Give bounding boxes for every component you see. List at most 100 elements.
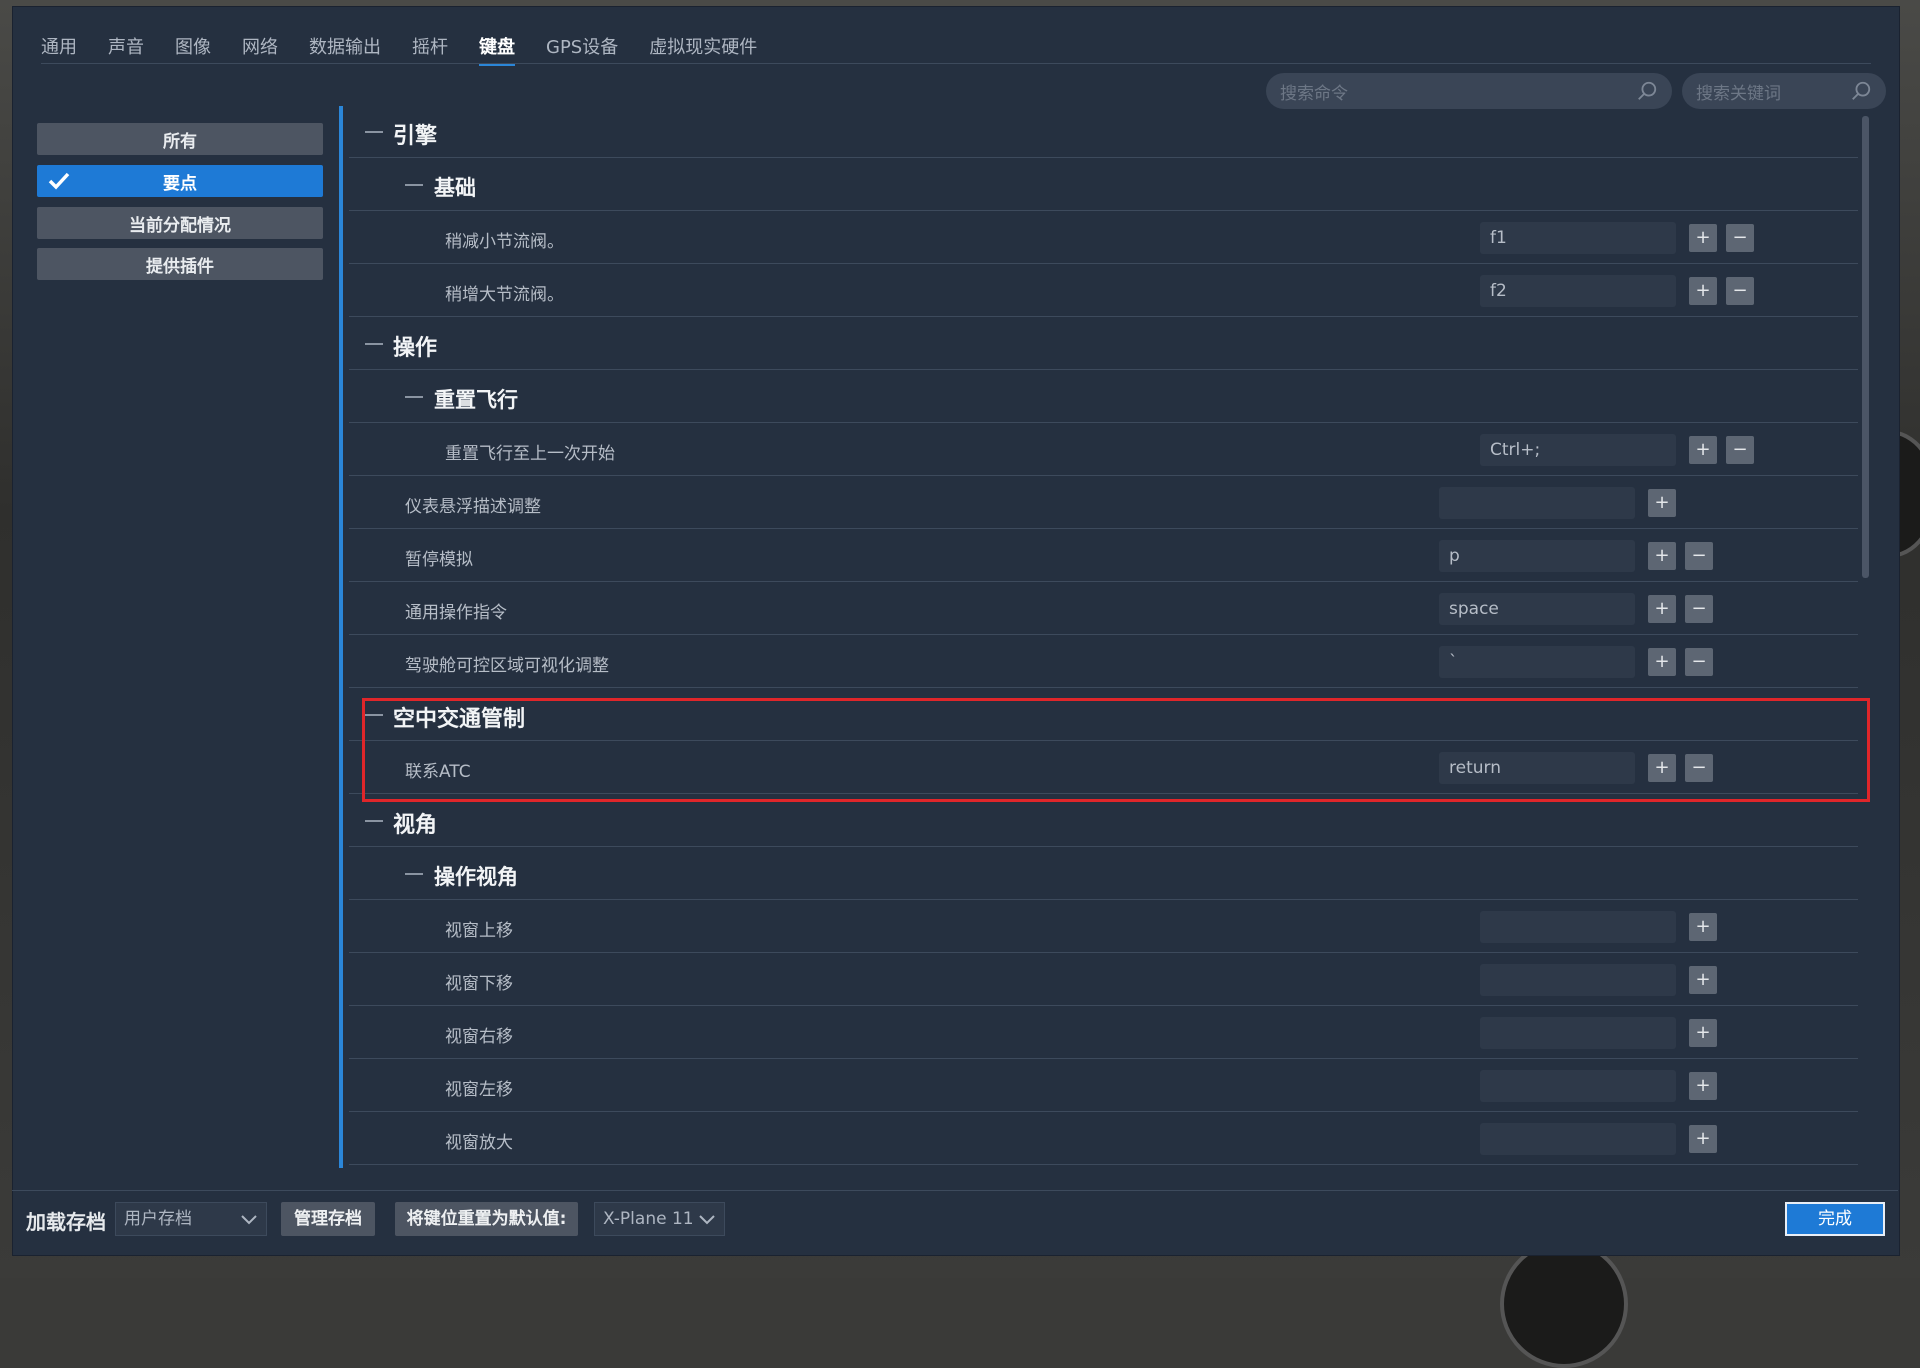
group-title: 操作 — [393, 336, 438, 361]
filter-essentials-button[interactable]: 要点 — [37, 165, 323, 197]
remove-binding-button[interactable]: − — [1685, 542, 1713, 570]
filter-current-button[interactable]: 当前分配情况 — [37, 207, 323, 239]
manage-profiles-button[interactable]: 管理存档 — [281, 1202, 375, 1236]
atc-highlight-box — [362, 698, 1870, 802]
command-row: 视窗下移 + — [349, 954, 1858, 1006]
keyword-search-input[interactable]: 搜索关键词 — [1682, 73, 1886, 109]
command-row: 视窗左移 + — [349, 1060, 1858, 1112]
key-binding-field[interactable] — [1480, 1123, 1676, 1155]
list-accent-bar — [339, 106, 343, 1168]
add-binding-button[interactable]: + — [1689, 1019, 1717, 1047]
add-binding-button[interactable]: + — [1689, 224, 1717, 252]
tab-sound[interactable]: 声音 — [108, 31, 144, 63]
preset-dropdown[interactable]: X-Plane 11 — [594, 1202, 725, 1236]
key-binding-field[interactable]: ` — [1439, 646, 1635, 678]
cockpit-gauge — [1500, 1240, 1628, 1368]
add-binding-button[interactable]: + — [1689, 277, 1717, 305]
add-binding-button[interactable]: + — [1689, 913, 1717, 941]
done-button[interactable]: 完成 — [1785, 1202, 1885, 1236]
tab-data-output[interactable]: 数据输出 — [309, 31, 381, 63]
remove-binding-button[interactable]: − — [1726, 224, 1754, 252]
group-header-operate-view[interactable]: 操作视角 — [349, 848, 1858, 900]
collapse-icon[interactable] — [365, 820, 383, 822]
command-row: 稍增大节流阀。 f2 + − — [349, 265, 1858, 317]
key-binding-field[interactable]: f2 — [1480, 275, 1676, 307]
group-title: 操作视角 — [434, 865, 518, 889]
add-binding-button[interactable]: + — [1648, 542, 1676, 570]
profile-dropdown[interactable]: 用户存档 — [115, 1202, 267, 1236]
tab-network[interactable]: 网络 — [242, 31, 278, 63]
list-scrollbar[interactable] — [1862, 116, 1869, 578]
preset-dropdown-value: X-Plane 11 — [603, 1209, 694, 1229]
add-binding-button[interactable]: + — [1648, 648, 1676, 676]
command-row: 视窗右移 + — [349, 1007, 1858, 1059]
add-binding-button[interactable]: + — [1689, 966, 1717, 994]
add-binding-button[interactable]: + — [1648, 489, 1676, 517]
command-row: 驾驶舱可控区域可视化调整 ` + − — [349, 636, 1858, 688]
tab-divider — [41, 63, 1871, 64]
command-row: 仪表悬浮描述调整 + — [349, 477, 1858, 529]
search-icon — [1852, 81, 1871, 100]
collapse-icon[interactable] — [365, 343, 383, 345]
group-title: 基础 — [434, 176, 476, 200]
filter-plugins-button[interactable]: 提供插件 — [37, 248, 323, 280]
tab-gps[interactable]: GPS设备 — [546, 31, 618, 63]
command-label: 通用操作指令 — [405, 603, 507, 623]
filter-essentials-label: 要点 — [163, 173, 197, 194]
tab-general[interactable]: 通用 — [41, 31, 77, 63]
reset-default-button[interactable]: 将键位重置为默认值: — [395, 1202, 578, 1236]
add-binding-button[interactable]: + — [1648, 595, 1676, 623]
filter-all-button[interactable]: 所有 — [37, 123, 323, 155]
group-header-engine[interactable]: 引擎 — [349, 106, 1858, 158]
command-list: 引擎 基础 稍减小节流阀。 f1 + − 稍增大节流阀。 f2 + − 操作 重… — [349, 106, 1858, 1168]
key-binding-field[interactable] — [1480, 1070, 1676, 1102]
command-row: 通用操作指令 space + − — [349, 583, 1858, 635]
group-header-basic[interactable]: 基础 — [349, 159, 1858, 211]
group-header-view[interactable]: 视角 — [349, 795, 1858, 847]
add-binding-button[interactable]: + — [1689, 1072, 1717, 1100]
command-label: 重置飞行至上一次开始 — [445, 444, 615, 464]
command-label: 视窗左移 — [445, 1080, 513, 1100]
keyword-search-placeholder: 搜索关键词 — [1696, 83, 1781, 104]
key-binding-field[interactable]: f1 — [1480, 222, 1676, 254]
footer-divider — [12, 1190, 1898, 1191]
key-binding-field[interactable] — [1480, 1017, 1676, 1049]
collapse-icon[interactable] — [405, 873, 423, 875]
collapse-icon[interactable] — [405, 184, 423, 186]
load-profile-label: 加载存档 — [26, 1210, 106, 1234]
command-label: 视窗放大 — [445, 1133, 513, 1153]
add-binding-button[interactable]: + — [1689, 1125, 1717, 1153]
tab-joystick[interactable]: 摇杆 — [412, 31, 448, 63]
command-row: 重置飞行至上一次开始 Ctrl+; + − — [349, 424, 1858, 476]
key-binding-field[interactable]: p — [1439, 540, 1635, 572]
command-label: 视窗上移 — [445, 921, 513, 941]
search-icon — [1638, 81, 1657, 100]
remove-binding-button[interactable]: − — [1685, 648, 1713, 676]
group-header-operation[interactable]: 操作 — [349, 318, 1858, 370]
key-binding-field[interactable]: space — [1439, 593, 1635, 625]
add-binding-button[interactable]: + — [1689, 436, 1717, 464]
chevron-down-icon — [241, 1215, 257, 1225]
tab-keyboard[interactable]: 键盘 — [479, 31, 515, 66]
command-row: 暂停模拟 p + − — [349, 530, 1858, 582]
profile-dropdown-value: 用户存档 — [124, 1209, 192, 1229]
tab-graphics[interactable]: 图像 — [175, 31, 211, 63]
command-row: 视窗放大 + — [349, 1113, 1858, 1165]
filter-current-label: 当前分配情况 — [129, 215, 231, 236]
command-label: 稍增大节流阀。 — [445, 285, 564, 305]
group-title: 引擎 — [393, 124, 438, 149]
command-label: 暂停模拟 — [405, 550, 473, 570]
key-binding-field[interactable] — [1480, 964, 1676, 996]
command-search-input[interactable]: 搜索命令 — [1266, 73, 1672, 109]
group-header-reset-flight[interactable]: 重置飞行 — [349, 371, 1858, 423]
tab-vr-hardware[interactable]: 虚拟现实硬件 — [649, 31, 757, 63]
collapse-icon[interactable] — [365, 131, 383, 133]
remove-binding-button[interactable]: − — [1726, 277, 1754, 305]
remove-binding-button[interactable]: − — [1726, 436, 1754, 464]
key-binding-field[interactable]: Ctrl+; — [1480, 434, 1676, 466]
filter-all-label: 所有 — [163, 131, 197, 152]
key-binding-field[interactable] — [1480, 911, 1676, 943]
remove-binding-button[interactable]: − — [1685, 595, 1713, 623]
key-binding-field[interactable] — [1439, 487, 1635, 519]
collapse-icon[interactable] — [405, 396, 423, 398]
